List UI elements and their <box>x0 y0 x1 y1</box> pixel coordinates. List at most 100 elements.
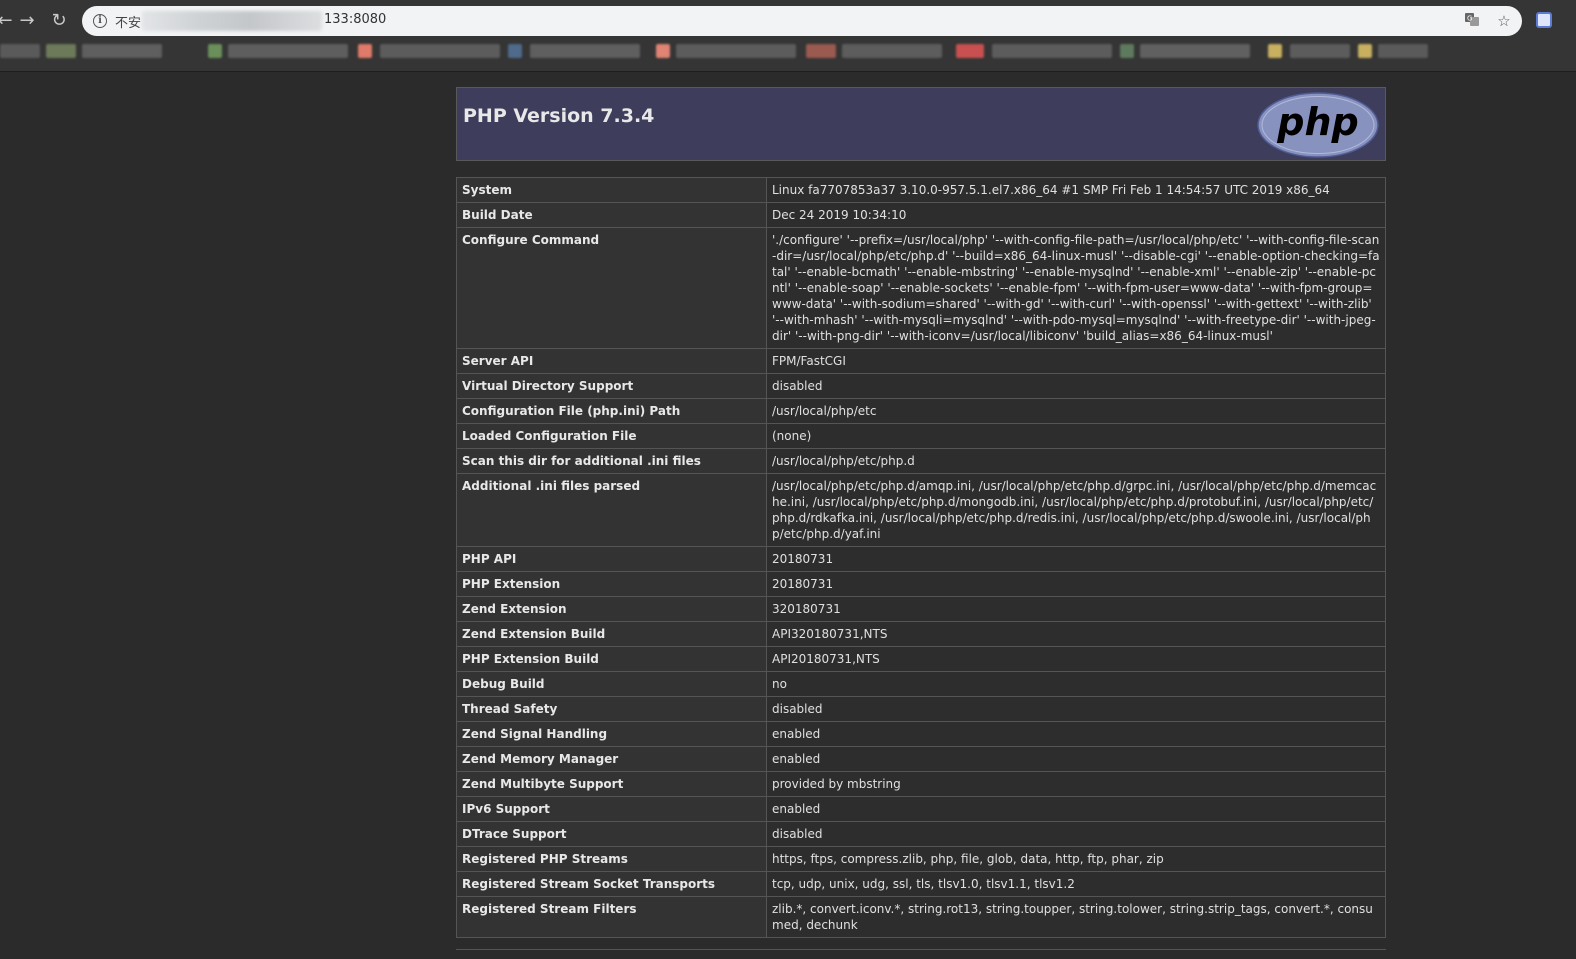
bookmark-item[interactable] <box>1140 44 1250 58</box>
info-icon[interactable]: i <box>93 14 107 28</box>
table-row: Loaded Configuration File (none) <box>456 423 1386 449</box>
row-key: Zend Signal Handling <box>456 721 767 747</box>
row-value: provided by mbstring <box>766 771 1386 797</box>
table-row: Virtual Directory Support disabled <box>456 373 1386 399</box>
row-key: Thread Safety <box>456 696 767 722</box>
row-value: FPM/FastCGI <box>766 348 1386 374</box>
bookmark-item[interactable] <box>1268 44 1282 58</box>
star-icon[interactable]: ☆ <box>1494 11 1514 31</box>
row-key: Virtual Directory Support <box>456 373 767 399</box>
bookmark-item[interactable] <box>676 44 796 58</box>
bookmark-item[interactable] <box>806 44 836 58</box>
row-value: https, ftps, compress.zlib, php, file, g… <box>766 846 1386 872</box>
bookmark-item[interactable] <box>358 44 372 58</box>
table-row: IPv6 Support enabled <box>456 796 1386 822</box>
bookmark-item[interactable] <box>1120 44 1134 58</box>
phpinfo-table: System Linux fa7707853a37 3.10.0-957.5.1.… <box>456 177 1386 938</box>
table-row: Zend Extension 320180731 <box>456 596 1386 622</box>
bookmark-item[interactable] <box>530 44 640 58</box>
forward-arrow-icon[interactable]: → <box>14 8 40 34</box>
row-key: Configuration File (php.ini) Path <box>456 398 767 424</box>
table-row: Debug Build no <box>456 671 1386 697</box>
bookmark-item[interactable] <box>956 44 984 58</box>
security-label: 不安 <box>115 16 142 31</box>
row-value: './configure' '--prefix=/usr/local/php' … <box>766 227 1386 349</box>
row-value: enabled <box>766 796 1386 822</box>
row-value: 20180731 <box>766 571 1386 597</box>
table-row: Build Date Dec 24 2019 10:34:10 <box>456 202 1386 228</box>
table-row: Zend Memory Manager enabled <box>456 746 1386 772</box>
row-key: Configure Command <box>456 227 767 349</box>
table-row: Registered Stream Socket Transports tcp, … <box>456 871 1386 897</box>
row-value: enabled <box>766 746 1386 772</box>
table-row: Zend Multibyte Support provided by mbstri… <box>456 771 1386 797</box>
bookmark-item[interactable] <box>842 44 942 58</box>
row-key: PHP API <box>456 546 767 572</box>
row-value: Dec 24 2019 10:34:10 <box>766 202 1386 228</box>
bookmark-item[interactable] <box>0 44 40 58</box>
php-logo-icon: php <box>1257 92 1379 162</box>
row-value: tcp, udp, unix, udg, ssl, tls, tlsv1.0, … <box>766 871 1386 897</box>
table-row: PHP Extension 20180731 <box>456 571 1386 597</box>
bookmark-item[interactable] <box>508 44 522 58</box>
bookmark-item[interactable] <box>380 44 500 58</box>
table-row: System Linux fa7707853a37 3.10.0-957.5.1.… <box>456 177 1386 203</box>
table-row: Configuration File (php.ini) Path/usr/lo… <box>456 398 1386 424</box>
row-value: enabled <box>766 721 1386 747</box>
row-value: zlib.*, convert.iconv.*, string.rot13, s… <box>766 896 1386 938</box>
row-key: Server API <box>456 348 767 374</box>
redacted-host <box>142 11 322 31</box>
bookmark-item[interactable] <box>992 44 1112 58</box>
table-row: Registered Stream Filters zlib.*, convert… <box>456 896 1386 938</box>
extension-icon[interactable] <box>1536 12 1552 28</box>
table-row: Thread Safety disabled <box>456 696 1386 722</box>
row-value: /usr/local/php/etc/php.d/amqp.ini, /usr/… <box>766 473 1386 547</box>
table-row: PHP Extension Build API20180731,NTS <box>456 646 1386 672</box>
address-bar[interactable]: i 不安 133:8080 G ☆ <box>82 6 1522 36</box>
page-title: PHP Version 7.3.4 <box>463 105 655 127</box>
table-row: Configure Command './configure' '--prefix… <box>456 227 1386 349</box>
row-key: Zend Memory Manager <box>456 746 767 772</box>
php-logo-text: php <box>1276 100 1358 144</box>
row-key: DTrace Support <box>456 821 767 847</box>
phpinfo-container: PHP Version 7.3.4 php System Linux fa7707… <box>456 87 1386 938</box>
table-row: Registered PHP Streams https, ftps, compr… <box>456 846 1386 872</box>
bookmark-item[interactable] <box>82 44 162 58</box>
row-key: Build Date <box>456 202 767 228</box>
table-row: Server API FPM/FastCGI <box>456 348 1386 374</box>
row-value: /usr/local/php/etc <box>766 398 1386 424</box>
bookmark-item[interactable] <box>208 44 222 58</box>
row-value: disabled <box>766 821 1386 847</box>
bookmark-item[interactable] <box>1290 44 1350 58</box>
row-key: Loaded Configuration File <box>456 423 767 449</box>
reload-icon[interactable]: ↻ <box>46 8 72 34</box>
row-key: Debug Build <box>456 671 767 697</box>
browser-chrome: ← → ↻ i 不安 133:8080 G ☆ <box>0 0 1576 72</box>
row-value: no <box>766 671 1386 697</box>
bookmark-item[interactable] <box>1358 44 1372 58</box>
row-value: /usr/local/php/etc/php.d <box>766 448 1386 474</box>
table-row: DTrace Support disabled <box>456 821 1386 847</box>
row-key: Registered Stream Socket Transports <box>456 871 767 897</box>
bookmark-item[interactable] <box>46 44 76 58</box>
row-key: System <box>456 177 767 203</box>
row-value: API320180731,NTS <box>766 621 1386 647</box>
row-value: disabled <box>766 696 1386 722</box>
translate-icon[interactable]: G <box>1462 11 1482 31</box>
row-key: Scan this dir for additional .ini files <box>456 448 767 474</box>
row-value: disabled <box>766 373 1386 399</box>
table-row: Zend Extension Build API320180731,NTS <box>456 621 1386 647</box>
row-key: Registered PHP Streams <box>456 846 767 872</box>
bookmark-item[interactable] <box>656 44 670 58</box>
row-value: (none) <box>766 423 1386 449</box>
bookmark-item[interactable] <box>228 44 348 58</box>
table-row: Additional .ini files parsed/usr/local/p… <box>456 473 1386 547</box>
bookmark-item[interactable] <box>1378 44 1428 58</box>
svg-text:G: G <box>1467 15 1472 23</box>
row-key: IPv6 Support <box>456 796 767 822</box>
row-key: Zend Extension Build <box>456 621 767 647</box>
row-value: 20180731 <box>766 546 1386 572</box>
row-value: 320180731 <box>766 596 1386 622</box>
next-table-edge <box>456 949 1386 950</box>
row-key: Additional .ini files parsed <box>456 473 767 547</box>
